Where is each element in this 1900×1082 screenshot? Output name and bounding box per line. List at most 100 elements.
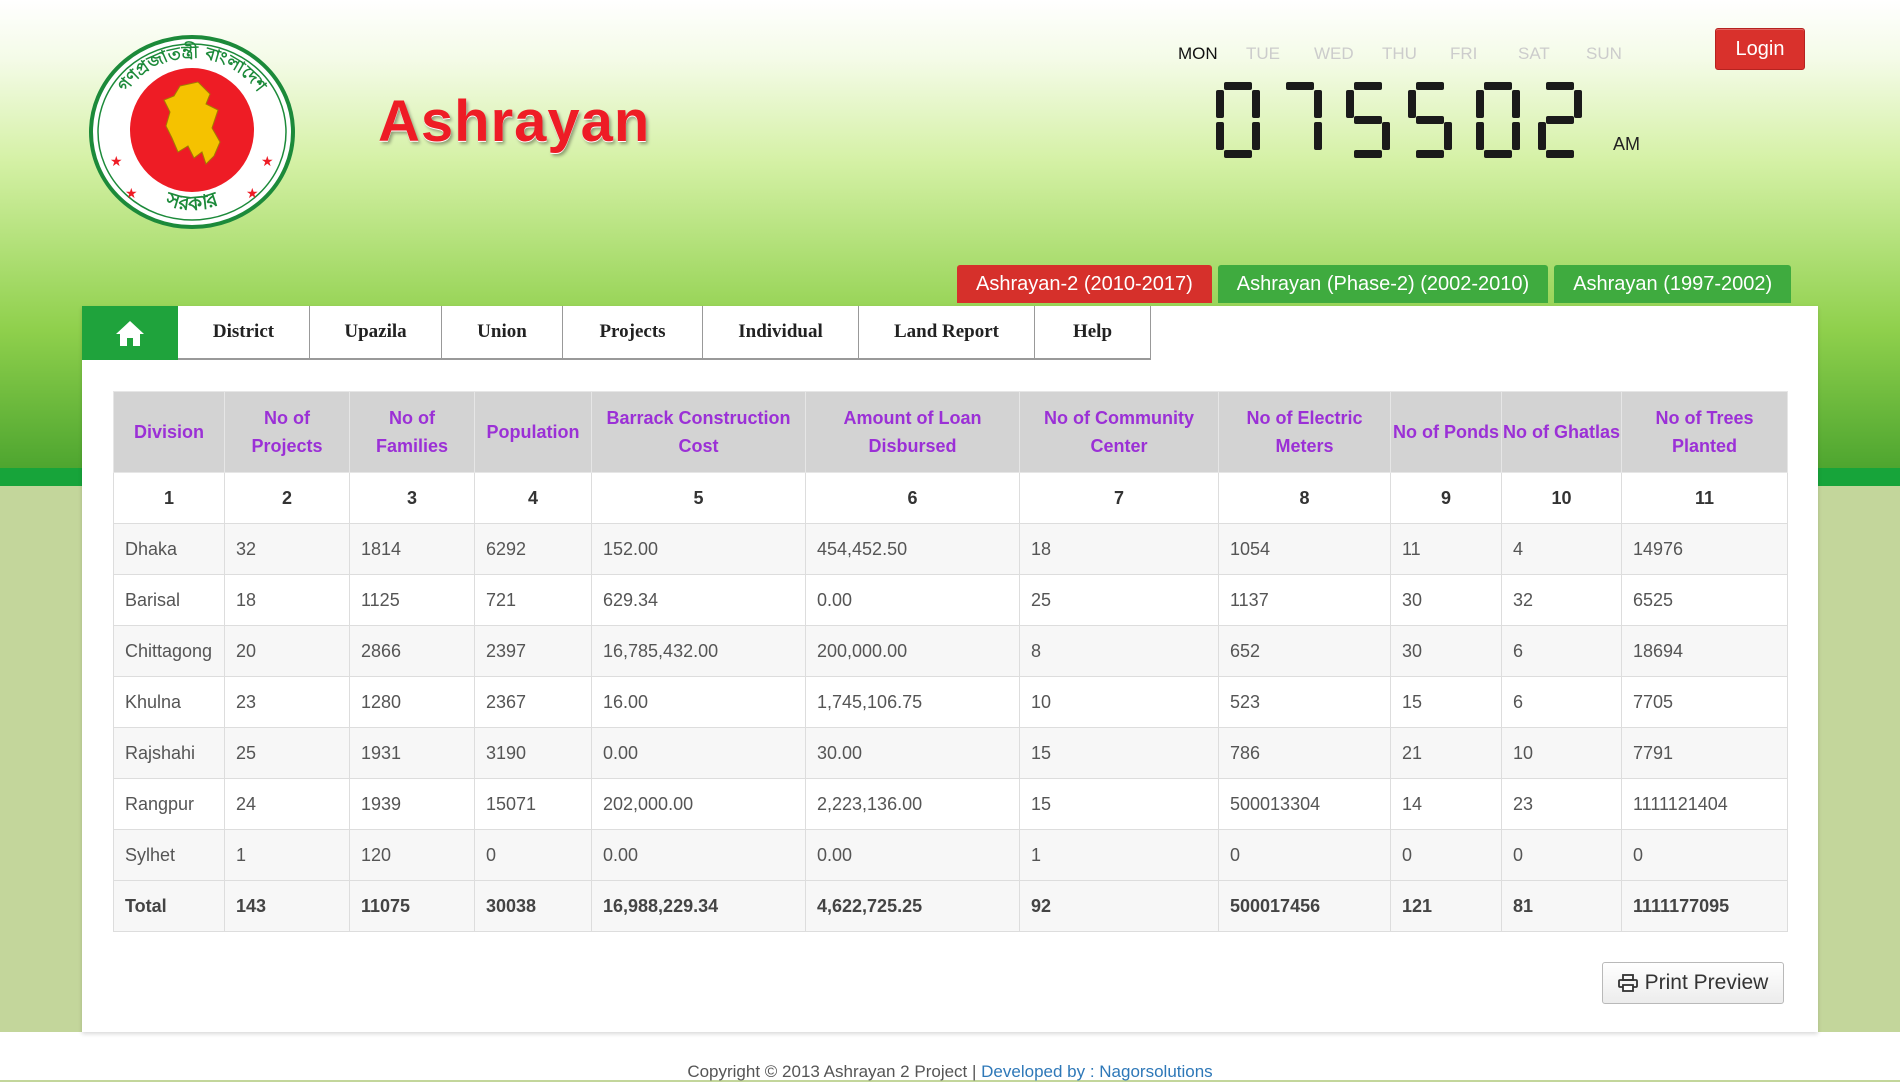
table-cell: 6 bbox=[805, 472, 1020, 524]
nav-individual[interactable]: Individual bbox=[703, 306, 859, 360]
table-cell: 3 bbox=[349, 472, 475, 524]
table-cell: 6 bbox=[1501, 625, 1622, 677]
table-cell: 32 bbox=[1501, 574, 1622, 626]
government-logo: গণপ্রজাতন্ত্রী বাংলাদেশ সরকার ★ ★ ★ ★ bbox=[88, 34, 296, 230]
column-header[interactable]: No of Ponds bbox=[1390, 391, 1502, 473]
table-cell: 1111121404 bbox=[1621, 778, 1788, 830]
phase-tab-ashrayan-2[interactable]: Ashrayan-2 (2010-2017) bbox=[957, 265, 1212, 303]
table-cell: 14 bbox=[1390, 778, 1502, 830]
day-label: FRI bbox=[1450, 44, 1478, 63]
table-cell: 500013304 bbox=[1218, 778, 1391, 830]
nav-upazila[interactable]: Upazila bbox=[310, 306, 442, 360]
table-row: Rangpur 24 1939 15071 202,000.00 2,223,136.00… bbox=[113, 778, 1788, 830]
table-cell: 7 bbox=[1019, 472, 1219, 524]
table-row: Chittagong 20 2866 2397 16,785,432.00 200,000… bbox=[113, 625, 1788, 677]
table-cell: 15 bbox=[1019, 778, 1219, 830]
day-label: TUE bbox=[1246, 44, 1280, 63]
table-cell: 15 bbox=[1390, 676, 1502, 728]
table-cell: 0.00 bbox=[805, 829, 1020, 881]
phase-tab-ashrayan-1997[interactable]: Ashrayan (1997-2002) bbox=[1554, 265, 1792, 303]
table-cell: Sylhet bbox=[113, 829, 225, 881]
footer: Copyright © 2013 Ashrayan 2 Project | De… bbox=[0, 1062, 1900, 1082]
table-cell: 30.00 bbox=[805, 727, 1020, 779]
table-cell: 18694 bbox=[1621, 625, 1788, 677]
nav-help[interactable]: Help bbox=[1035, 306, 1151, 360]
column-header[interactable]: No of Ghatlas bbox=[1501, 391, 1622, 473]
table-cell: 0.00 bbox=[591, 727, 806, 779]
column-header[interactable]: No of Electric Meters bbox=[1218, 391, 1391, 473]
clock-digit bbox=[1216, 82, 1260, 158]
print-preview-button[interactable]: Print Preview bbox=[1602, 962, 1784, 1004]
table-cell: 652 bbox=[1218, 625, 1391, 677]
table-cell: Chittagong bbox=[113, 625, 225, 677]
column-header[interactable]: No of Community Center bbox=[1019, 391, 1219, 473]
table-cell: 721 bbox=[474, 574, 592, 626]
nav-projects[interactable]: Projects bbox=[563, 306, 703, 360]
table-cell: 500017456 bbox=[1218, 880, 1391, 932]
table-cell: 92 bbox=[1019, 880, 1219, 932]
day-label: SAT bbox=[1518, 44, 1550, 63]
table-cell: 30038 bbox=[474, 880, 592, 932]
table-cell: 10 bbox=[1019, 676, 1219, 728]
nav-home[interactable] bbox=[82, 306, 178, 360]
table-cell: 2,223,136.00 bbox=[805, 778, 1020, 830]
table-cell: 81 bbox=[1501, 880, 1622, 932]
table-cell: 1280 bbox=[349, 676, 475, 728]
table-cell: 18 bbox=[1019, 523, 1219, 575]
login-button[interactable]: Login bbox=[1715, 28, 1805, 70]
table-cell: 25 bbox=[1019, 574, 1219, 626]
table-cell: 0 bbox=[1621, 829, 1788, 881]
table-cell: 4 bbox=[474, 472, 592, 524]
phase-tab-ashrayan-phase-2[interactable]: Ashrayan (Phase-2) (2002-2010) bbox=[1217, 265, 1549, 303]
column-header[interactable]: No of Projects bbox=[224, 391, 350, 473]
table-cell: 121 bbox=[1390, 880, 1502, 932]
nav-land-report[interactable]: Land Report bbox=[859, 306, 1035, 360]
column-header[interactable]: Amount of Loan Disbursed bbox=[805, 391, 1020, 473]
nav-district[interactable]: District bbox=[178, 306, 310, 360]
table-cell: 32 bbox=[224, 523, 350, 575]
table-cell: 11 bbox=[1621, 472, 1788, 524]
table-cell: 1 bbox=[113, 472, 225, 524]
table-cell: Rangpur bbox=[113, 778, 225, 830]
table-cell: 15071 bbox=[474, 778, 592, 830]
table-cell: 1 bbox=[224, 829, 350, 881]
phase-tabs: Ashrayan-2 (2010-2017) Ashrayan (Phase-2… bbox=[957, 265, 1797, 303]
clock-digit bbox=[1286, 82, 1322, 150]
table-cell: 2 bbox=[224, 472, 350, 524]
svg-text:★: ★ bbox=[246, 185, 259, 201]
column-header[interactable]: No of Families bbox=[349, 391, 475, 473]
table-cell: 7791 bbox=[1621, 727, 1788, 779]
home-icon bbox=[116, 321, 144, 346]
table-cell: 202,000.00 bbox=[591, 778, 806, 830]
table-cell: 1137 bbox=[1218, 574, 1391, 626]
column-header[interactable]: No of Trees Planted bbox=[1621, 391, 1788, 473]
table-row: Khulna 23 1280 2367 16.00 1,745,106.75 10 523 15… bbox=[113, 676, 1788, 728]
table-cell: 2866 bbox=[349, 625, 475, 677]
table-cell: 1111177095 bbox=[1621, 880, 1788, 932]
table-cell: 21 bbox=[1390, 727, 1502, 779]
column-header[interactable]: Division bbox=[113, 391, 225, 473]
table-cell: 1 bbox=[1019, 829, 1219, 881]
svg-text:★: ★ bbox=[110, 153, 123, 169]
column-header[interactable]: Population bbox=[474, 391, 592, 473]
table-cell: 23 bbox=[224, 676, 350, 728]
clock-digit bbox=[1408, 82, 1452, 158]
table-cell: 6 bbox=[1501, 676, 1622, 728]
column-header[interactable]: Barrack Construction Cost bbox=[591, 391, 806, 473]
site-title: Ashrayan bbox=[378, 89, 651, 154]
main-panel: District Upazila Union Projects Individu… bbox=[82, 306, 1818, 1032]
table-cell: 6292 bbox=[474, 523, 592, 575]
table-cell: 1931 bbox=[349, 727, 475, 779]
nav-union[interactable]: Union bbox=[442, 306, 563, 360]
table-cell: 8 bbox=[1218, 472, 1391, 524]
ampm-label: AM bbox=[1613, 134, 1640, 154]
table-cell: 24 bbox=[224, 778, 350, 830]
developer-link[interactable]: Developed by : Nagorsolutions bbox=[981, 1062, 1213, 1081]
table-cell: 454,452.50 bbox=[805, 523, 1020, 575]
clock-digit bbox=[1538, 82, 1582, 158]
table-cell: 18 bbox=[224, 574, 350, 626]
table-row: Dhaka 32 1814 6292 152.00 454,452.50 18 1054 11 4… bbox=[113, 523, 1788, 575]
table-cell: 10 bbox=[1501, 472, 1622, 524]
table-row: Sylhet 1 120 0 0.00 0.00 1 0 0 0 0 bbox=[113, 829, 1788, 881]
svg-text:★: ★ bbox=[261, 153, 274, 169]
